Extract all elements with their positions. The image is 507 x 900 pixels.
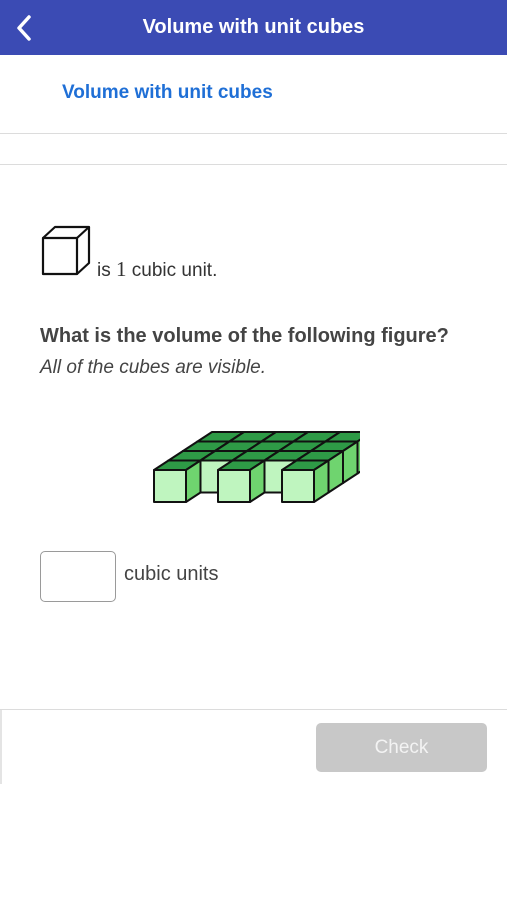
question-prompt: What is the volume of the following figu… [40, 325, 449, 347]
topic-link[interactable]: Volume with unit cubes [62, 82, 273, 104]
top-bar: Volume with unit cubes [0, 0, 507, 55]
unit-number: 1 [116, 257, 127, 281]
page-title: Volume with unit cubes [142, 16, 365, 38]
unit-prefix: is [97, 260, 111, 281]
section-divider [0, 164, 507, 165]
unit-suffix: cubic unit. [131, 260, 218, 281]
unit-cube-icon [41, 225, 91, 276]
unit-cube [153, 459, 202, 503]
answer-unit-label: cubic units [124, 563, 219, 585]
answer-input[interactable] [40, 551, 116, 602]
unit-cube [217, 459, 266, 503]
unit-cube [281, 459, 330, 503]
sub-nav: Volume with unit cubes [0, 55, 507, 134]
unit-caption: is 1 cubic unit. [97, 257, 217, 282]
footer-edge [0, 710, 2, 784]
footer-bar: Check [0, 709, 507, 784]
question-hint: All of the cubes are visible. [40, 357, 267, 378]
check-button[interactable]: Check [316, 723, 487, 772]
cube-figure [153, 431, 360, 503]
